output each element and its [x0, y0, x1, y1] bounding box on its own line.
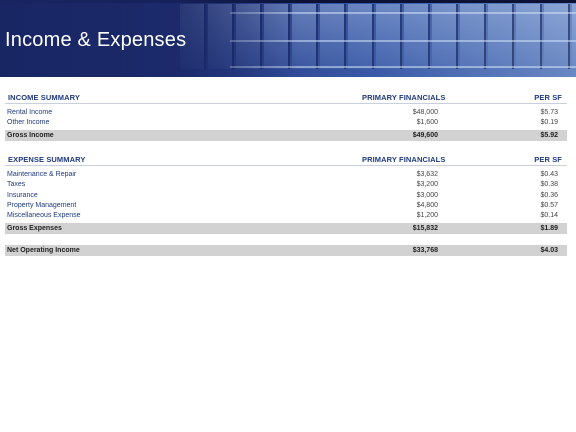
table-row: Taxes $3,200 $0.38 [5, 180, 567, 190]
table-row: Insurance $3,000 $0.36 [5, 191, 567, 201]
income-header-divider [5, 103, 567, 104]
table-row: Other Income $1,600 $0.19 [5, 118, 567, 128]
expense-summary-header: EXPENSE SUMMARY [8, 155, 86, 164]
row-label: Other Income [7, 119, 50, 126]
row-primary-value: $3,200 [416, 181, 438, 188]
page-title: Income & Expenses [5, 29, 187, 51]
gross-income-total-row: Gross Income $49,600 $5.92 [5, 130, 567, 141]
table-row: Rental Income $48,000 $5.73 [5, 108, 567, 118]
row-label: Taxes [7, 181, 26, 188]
total-per-sf-value: $5.92 [540, 132, 558, 139]
row-per-sf-value: $0.38 [540, 181, 558, 188]
row-per-sf-value: $0.57 [540, 202, 558, 209]
total-label: Gross Income [7, 132, 54, 139]
row-primary-value: $48,000 [412, 109, 438, 116]
total-per-sf-value: $1.89 [540, 225, 558, 232]
row-primary-value: $1,200 [416, 212, 438, 219]
row-label: Property Management [7, 202, 77, 209]
row-primary-value: $4,800 [416, 202, 438, 209]
income-primary-financials-header: PRIMARY FINANCIALS [362, 93, 446, 102]
noi-primary-value: $33,768 [412, 247, 438, 254]
row-per-sf-value: $0.19 [540, 119, 558, 126]
row-label: Rental Income [7, 109, 53, 116]
row-primary-value: $3,000 [416, 192, 438, 199]
gross-expenses-total-row: Gross Expenses $15,832 $1.89 [5, 223, 567, 234]
noi-label: Net Operating Income [7, 247, 80, 254]
expense-per-sf-header: PER SF [534, 155, 562, 164]
table-row: Maintenance & Repair $3,632 $0.43 [5, 170, 567, 180]
row-label: Maintenance & Repair [7, 171, 77, 178]
row-label: Insurance [7, 192, 38, 199]
expense-header-divider [5, 165, 567, 166]
income-per-sf-header: PER SF [534, 93, 562, 102]
income-summary-header: INCOME SUMMARY [8, 93, 80, 102]
row-per-sf-value: $0.43 [540, 171, 558, 178]
row-primary-value: $1,600 [416, 119, 438, 126]
row-primary-value: $3,632 [416, 171, 438, 178]
row-per-sf-value: $5.73 [540, 109, 558, 116]
header-banner: Income & Expenses [0, 0, 576, 77]
total-label: Gross Expenses [7, 225, 62, 232]
table-row: Miscellaneous Expense $1,200 $0.14 [5, 211, 567, 221]
net-operating-income-row: Net Operating Income $33,768 $4.03 [5, 245, 567, 256]
expense-primary-financials-header: PRIMARY FINANCIALS [362, 155, 446, 164]
table-row: Property Management $4,800 $0.57 [5, 201, 567, 211]
row-per-sf-value: $0.36 [540, 192, 558, 199]
row-label: Miscellaneous Expense [7, 212, 81, 219]
total-primary-value: $49,600 [412, 132, 438, 139]
noi-per-sf-value: $4.03 [540, 247, 558, 254]
total-primary-value: $15,832 [412, 225, 438, 232]
row-per-sf-value: $0.14 [540, 212, 558, 219]
